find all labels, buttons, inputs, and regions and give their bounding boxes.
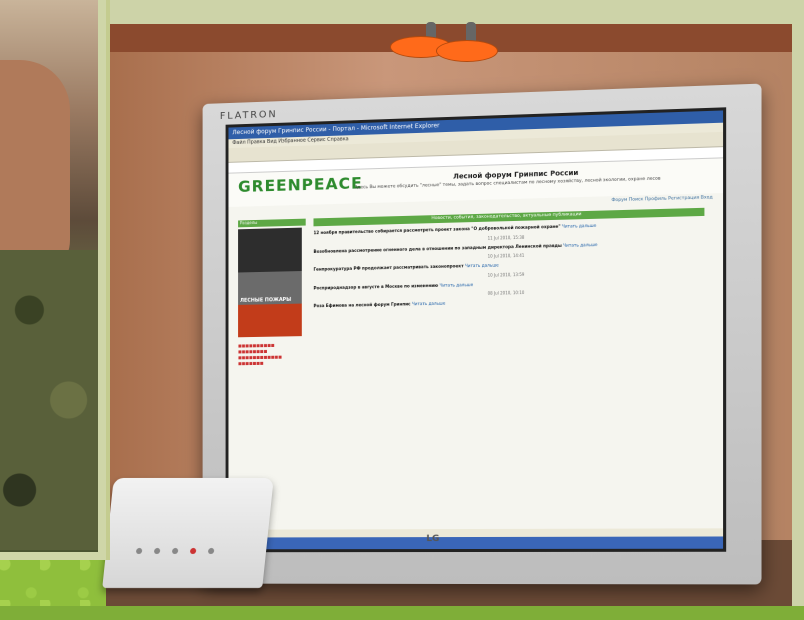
windows-taskbar xyxy=(228,536,724,550)
read-more-link[interactable]: Читать дальше xyxy=(563,241,597,247)
content-column: Новости, события, законодательство, акту… xyxy=(313,207,705,505)
read-more-link[interactable]: Читать дальше xyxy=(465,262,499,268)
greenpeace-logo: GREENPEACE xyxy=(238,173,363,196)
left-photo xyxy=(0,0,98,552)
sidebar-head: Разделы xyxy=(238,218,306,228)
read-more-link[interactable]: Читать дальше xyxy=(562,223,596,229)
bottom-frame-border xyxy=(0,606,804,620)
router-device xyxy=(102,478,274,588)
poster-image: ЛЕСНЫЕ ПОЖАРЫ xyxy=(238,227,302,338)
article-headline: Росприроднадзор в августе в Москве по из… xyxy=(313,282,439,291)
router-led xyxy=(153,548,161,554)
monitor: FLATRON Лесной форум Гринпис России - По… xyxy=(202,83,762,585)
site-body: Разделы ЛЕСНЫЕ ПОЖАРЫ ■■■■■■■■■■ ■■■■■■■■… xyxy=(228,203,723,511)
router-led xyxy=(171,548,179,554)
router-led xyxy=(189,548,197,554)
article-headline: Роза Ефимова на лесной форум Гринпис xyxy=(313,301,411,309)
sidebar: Разделы ЛЕСНЫЕ ПОЖАРЫ ■■■■■■■■■■ ■■■■■■■■… xyxy=(238,218,306,486)
monitor-brand: FLATRON xyxy=(219,109,278,122)
read-more-link[interactable]: Читать дальше xyxy=(440,282,474,288)
photo-top-border xyxy=(106,0,804,24)
monitor-screen: Лесной форум Гринпис России - Портал - M… xyxy=(225,107,727,553)
poster-text: ЛЕСНЫЕ ПОЖАРЫ xyxy=(239,296,292,304)
arm xyxy=(0,60,70,280)
sidebar-links: ■■■■■■■■■■ ■■■■■■■■ ■■■■■■■■■■■■ ■■■■■■■ xyxy=(238,342,282,366)
right-frame-border xyxy=(792,0,804,610)
camouflage-clothing xyxy=(0,250,98,550)
router-led xyxy=(135,548,143,554)
router-led xyxy=(207,548,215,554)
read-more-link[interactable]: Читать дальше xyxy=(412,301,446,307)
cartoon-foot-right xyxy=(436,40,498,62)
cartoon-feet xyxy=(388,22,518,62)
article-headline: Генпрокуратура РФ продолжает рассматрива… xyxy=(313,263,464,272)
left-photo-frame xyxy=(0,0,106,560)
lg-logo: LG xyxy=(426,534,440,545)
article-headline: Возобновлена рассмотрение огненного дела… xyxy=(313,242,562,254)
